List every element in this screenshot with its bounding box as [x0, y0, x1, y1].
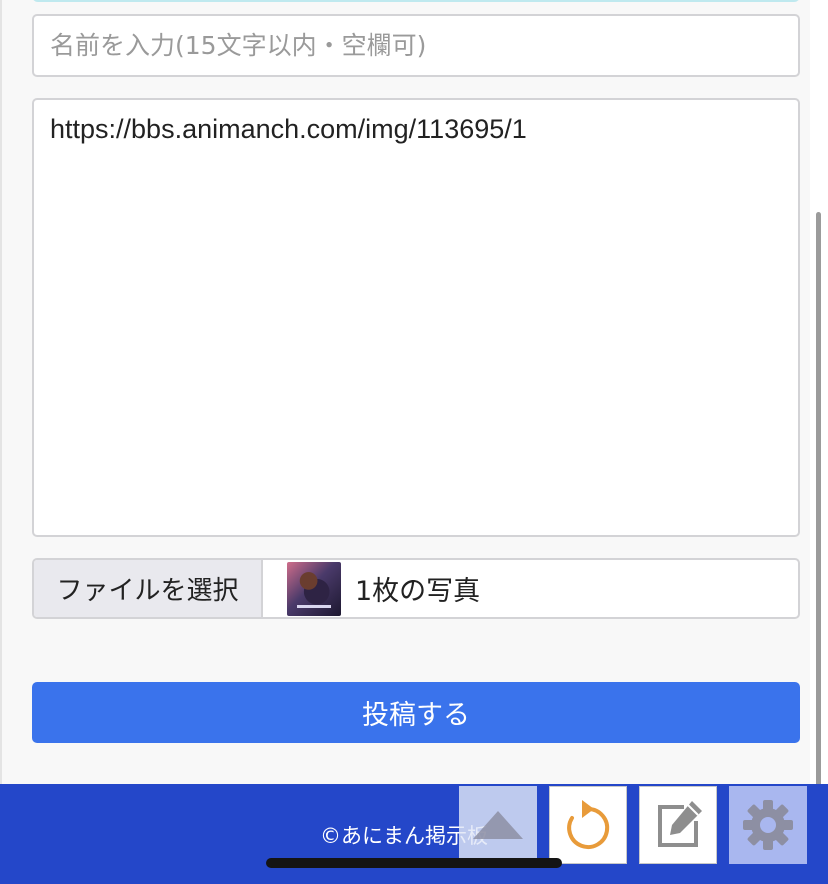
file-picker: ファイルを選択 1枚の写真: [32, 558, 800, 619]
scrollbar[interactable]: [816, 212, 821, 817]
top-border-accent: [32, 0, 800, 2]
file-status-label: 1枚の写真: [355, 576, 481, 607]
message-textarea[interactable]: https://bbs.animanch.com/img/113695/1: [32, 98, 800, 537]
photo-thumbnail: [287, 561, 341, 616]
new-post-button[interactable]: [639, 786, 717, 864]
name-input[interactable]: [32, 14, 800, 77]
edit-icon: [658, 801, 702, 847]
home-indicator[interactable]: [266, 858, 562, 868]
submit-post-button[interactable]: 投稿する: [32, 682, 800, 743]
triangle-up-icon: [473, 811, 523, 839]
choose-file-button[interactable]: ファイルを選択: [34, 560, 263, 617]
reload-button[interactable]: [549, 786, 627, 864]
post-form-panel: https://bbs.animanch.com/img/113695/1 ファ…: [0, 0, 810, 784]
footer-bar: ©あにまん掲示板: [0, 784, 828, 884]
scroll-top-button[interactable]: [459, 786, 537, 864]
settings-button[interactable]: [729, 786, 807, 864]
gear-icon: [743, 800, 793, 850]
reload-icon: [567, 800, 610, 849]
